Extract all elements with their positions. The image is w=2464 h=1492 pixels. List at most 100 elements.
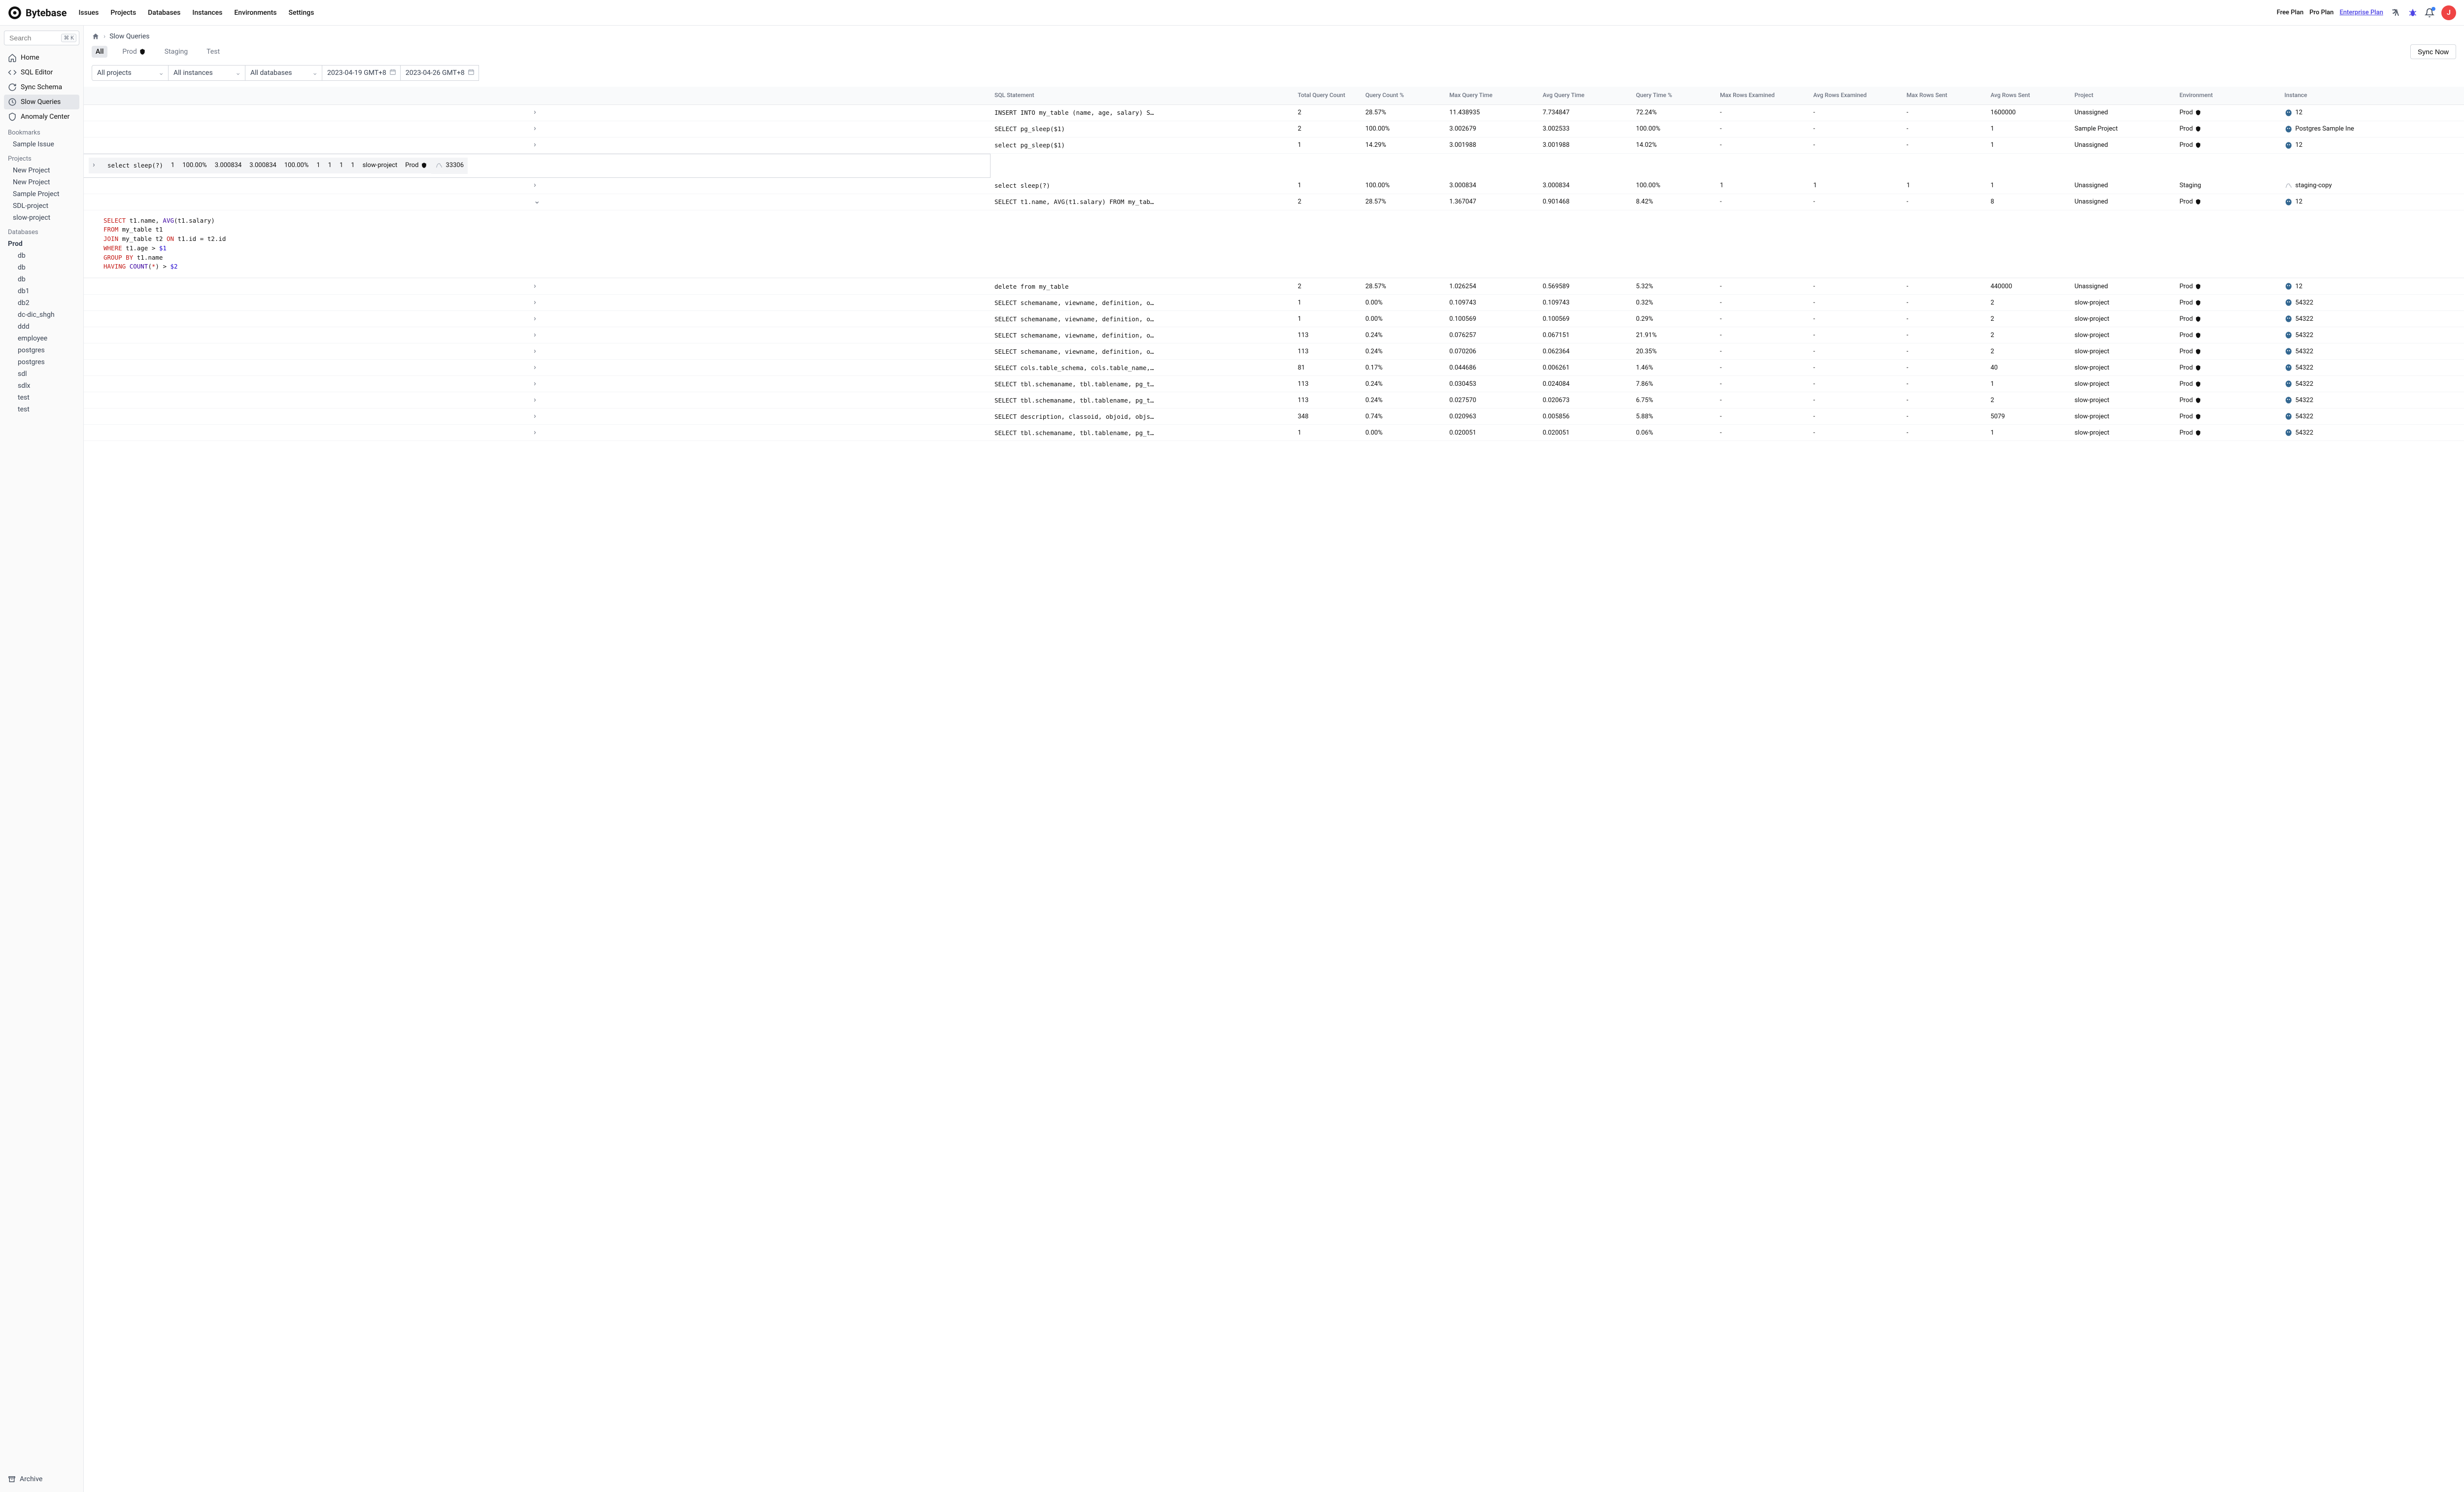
col-header[interactable]: Total Query Count (1294, 87, 1361, 104)
dbs-item[interactable]: db2 (4, 297, 79, 309)
col-header[interactable]: Avg Query Time (1539, 87, 1632, 104)
table-row[interactable]: SELECT schemaname, viewname, definition,… (84, 295, 2464, 311)
table-row[interactable]: SELECT tbl.schemaname, tbl.tablename, pg… (84, 376, 2464, 392)
filter-databases-select[interactable]: All databases⌄ (245, 65, 322, 81)
topnav-instances[interactable]: Instances (192, 9, 222, 17)
pro-plan-link[interactable]: Pro Plan (2309, 9, 2333, 16)
slow-queries-table: SQL StatementTotal Query CountQuery Coun… (84, 87, 2464, 441)
expand-icon[interactable] (93, 162, 100, 169)
dbs-item[interactable]: sdlx (4, 380, 79, 392)
expand-icon[interactable] (534, 380, 541, 387)
table-row[interactable]: select sleep(?)1100.00%3.0008343.0008341… (84, 154, 991, 178)
table-row[interactable]: SELECT schemaname, viewname, definition,… (84, 327, 2464, 343)
table-row[interactable]: SELECT pg_sleep($1)2100.00%3.0026793.002… (84, 121, 2464, 137)
dbs-item[interactable]: test (4, 392, 79, 404)
projects-item[interactable]: New Project (4, 165, 79, 176)
expand-icon[interactable] (534, 332, 541, 339)
expand-icon[interactable] (534, 109, 541, 116)
dbs-item[interactable]: ddd (4, 321, 79, 333)
sync-now-button[interactable]: Sync Now (2410, 44, 2456, 59)
table-row[interactable]: SELECT t1.name, AVG(t1.salary) FROM my_t… (84, 194, 2464, 210)
filter-instances-select[interactable]: All instances⌄ (169, 65, 245, 81)
topnav-issues[interactable]: Issues (78, 9, 99, 17)
expand-icon[interactable] (534, 315, 541, 322)
expand-icon[interactable] (534, 283, 541, 290)
col-header[interactable]: Instance (2281, 87, 2464, 104)
nav-slow-queries[interactable]: Slow Queries (4, 95, 79, 109)
env-tab-all[interactable]: All (92, 46, 107, 58)
col-header[interactable]: Max Query Time (1445, 87, 1539, 104)
dbs-item[interactable]: dc-dic_shgh (4, 309, 79, 321)
projects-item[interactable]: slow-project (4, 212, 79, 224)
dbs-item[interactable]: postgres (4, 356, 79, 368)
expand-icon[interactable] (534, 182, 541, 189)
bookmarks-item[interactable]: Sample Issue (4, 138, 79, 150)
app-logo[interactable]: Bytebase (8, 6, 67, 20)
projects-item[interactable]: Sample Project (4, 188, 79, 200)
language-icon[interactable] (2391, 8, 2401, 18)
topnav-environments[interactable]: Environments (234, 9, 276, 17)
col-header[interactable]: Max Rows Examined (1716, 87, 1809, 104)
col-header[interactable]: SQL Statement (991, 87, 1294, 104)
nav-home[interactable]: Home (4, 50, 79, 65)
enterprise-plan-link[interactable]: Enterprise Plan (2340, 9, 2383, 16)
dbs-item[interactable]: db (4, 273, 79, 285)
dbs-item[interactable]: test (4, 404, 79, 415)
col-header[interactable]: Query Time % (1632, 87, 1716, 104)
user-avatar[interactable]: J (2441, 5, 2456, 20)
dbs-item[interactable]: db (4, 250, 79, 262)
expand-icon[interactable] (534, 125, 541, 132)
dbs-item[interactable]: db1 (4, 285, 79, 297)
table-row[interactable]: delete from my_table228.57%1.0262540.569… (84, 278, 2464, 295)
table-row[interactable]: INSERT INTO my_table (name, age, salary)… (84, 104, 2464, 121)
col-header[interactable]: Project (2071, 87, 2176, 104)
nav-anomaly-center[interactable]: Anomaly Center (4, 109, 79, 124)
col-header[interactable]: Query Count % (1362, 87, 1445, 104)
env-tab-staging[interactable]: Staging (161, 46, 192, 58)
table-row[interactable]: SELECT description, classoid, objoid, ob… (84, 408, 2464, 425)
dbs-item[interactable]: postgres (4, 344, 79, 356)
home-icon[interactable] (92, 33, 100, 40)
expand-icon[interactable] (534, 199, 541, 205)
db-group-prod[interactable]: Prod (4, 238, 79, 250)
env-tab-prod[interactable]: Prod (118, 46, 149, 58)
col-header[interactable]: Environment (2176, 87, 2281, 104)
dbs-item[interactable]: employee (4, 333, 79, 344)
expand-icon[interactable] (534, 397, 541, 404)
filter-date-to[interactable]: 2023-04-26 GMT+8 (401, 65, 479, 81)
table-row[interactable]: SELECT schemaname, viewname, definition,… (84, 343, 2464, 360)
dbs-item[interactable]: db (4, 262, 79, 273)
free-plan-link[interactable]: Free Plan (2277, 9, 2303, 16)
topnav-databases[interactable]: Databases (148, 9, 180, 17)
sql-cell: SELECT schemaname, viewname, definition,… (991, 343, 1294, 360)
expand-icon[interactable] (534, 429, 541, 436)
bell-icon[interactable] (2425, 8, 2434, 18)
projects-item[interactable]: SDL-project (4, 200, 79, 212)
expand-icon[interactable] (534, 141, 541, 148)
col-header[interactable]: Avg Rows Examined (1809, 87, 1902, 104)
filter-date-from[interactable]: 2023-04-19 GMT+8 (322, 65, 401, 81)
bug-icon[interactable] (2408, 8, 2418, 18)
table-row[interactable]: SELECT schemaname, viewname, definition,… (84, 311, 2464, 327)
expand-icon[interactable] (534, 299, 541, 306)
table-row[interactable]: select sleep(?)1100.00%3.0008343.0008341… (84, 178, 2464, 194)
nav-sync-schema[interactable]: Sync Schema (4, 80, 79, 95)
logo-icon (8, 6, 22, 20)
projects-item[interactable]: New Project (4, 176, 79, 188)
expand-icon[interactable] (534, 348, 541, 355)
table-row[interactable]: SELECT tbl.schemaname, tbl.tablename, pg… (84, 425, 2464, 441)
topnav-projects[interactable]: Projects (110, 9, 136, 17)
table-row[interactable]: SELECT tbl.schemaname, tbl.tablename, pg… (84, 392, 2464, 408)
col-header[interactable]: Avg Rows Sent (1986, 87, 2070, 104)
table-row[interactable]: SELECT cols.table_schema, cols.table_nam… (84, 360, 2464, 376)
expand-icon[interactable] (534, 413, 541, 420)
dbs-item[interactable]: sdl (4, 368, 79, 380)
env-tab-test[interactable]: Test (203, 46, 224, 58)
table-row[interactable]: select pg_sleep($1)114.29%3.0019883.0019… (84, 137, 2464, 153)
topnav-settings[interactable]: Settings (288, 9, 314, 17)
col-header[interactable]: Max Rows Sent (1903, 87, 1986, 104)
expand-icon[interactable] (534, 364, 541, 371)
filter-projects-select[interactable]: All projects⌄ (92, 65, 169, 81)
nav-sql-editor[interactable]: SQL Editor (4, 65, 79, 80)
archive-link[interactable]: Archive (4, 1471, 79, 1487)
